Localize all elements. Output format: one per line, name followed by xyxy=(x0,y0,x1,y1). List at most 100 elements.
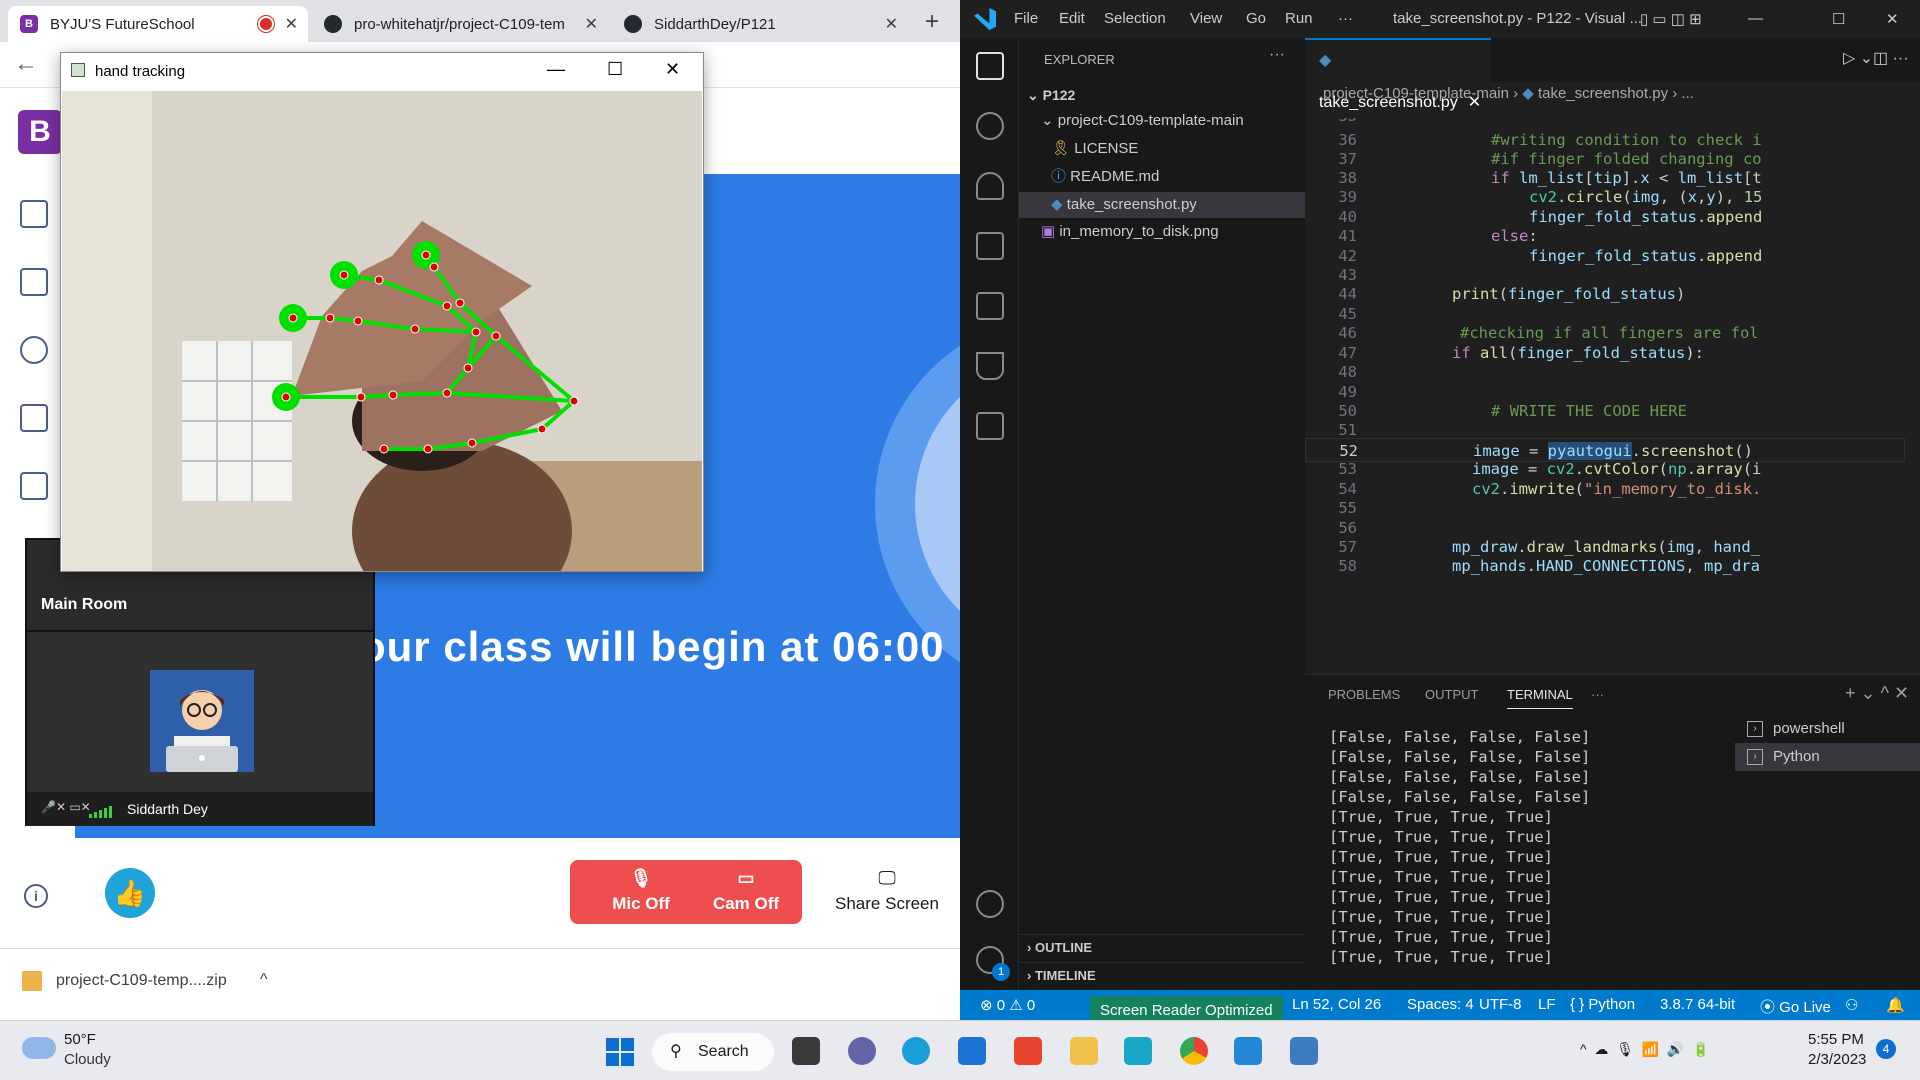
projects-icon[interactable] xyxy=(20,336,48,364)
tab-title: BYJU'S FutureSchool xyxy=(50,15,195,33)
chrome-icon[interactable] xyxy=(1180,1037,1208,1065)
minimize-button[interactable]: — xyxy=(1748,10,1763,27)
browser-tab-github-p121[interactable]: SiddarthDey/P121 ✕ xyxy=(612,6,908,42)
vscode-taskbar-icon[interactable] xyxy=(1234,1037,1262,1065)
back-button[interactable]: ← xyxy=(14,50,38,78)
timeline-section[interactable]: › TIMELINE xyxy=(1019,962,1305,988)
layout-icons[interactable]: ▯ ▭ ◫ ⊞ xyxy=(1640,10,1702,28)
outlook-icon[interactable] xyxy=(958,1037,986,1065)
reports-icon[interactable] xyxy=(20,472,48,500)
indentation-status[interactable]: Spaces: 4 xyxy=(1407,996,1474,1013)
thumbs-up-button[interactable]: 👍 xyxy=(105,868,155,918)
close-tab-icon[interactable]: ✕ xyxy=(285,14,298,34)
code-editor[interactable]: 35 36#writing condition to check i 37#if… xyxy=(1305,118,1905,674)
menu-run[interactable]: Run xyxy=(1285,10,1313,27)
file-explorer-icon[interactable] xyxy=(1070,1037,1098,1065)
edge-icon[interactable] xyxy=(902,1037,930,1065)
terminal-powershell[interactable]: › powershell xyxy=(1735,715,1920,743)
system-tray-icons[interactable]: ^ ☁ 🎙 📶 🔊 🔋 xyxy=(1580,1041,1710,1058)
chevron-right-icon: › xyxy=(1027,940,1035,955)
info-icon[interactable]: i xyxy=(24,884,48,908)
close-tab-icon[interactable]: ✕ xyxy=(885,14,898,34)
task-view-icon[interactable] xyxy=(792,1037,820,1065)
source-control-icon[interactable] xyxy=(976,172,1004,200)
screen-reader-status[interactable]: Screen Reader Optimized xyxy=(1090,996,1283,1020)
office-icon[interactable] xyxy=(1014,1037,1042,1065)
close-button[interactable]: ✕ xyxy=(665,59,680,80)
workspace-root[interactable]: ⌄ P122 xyxy=(1019,82,1305,108)
participant-footer: 🎤✕ ▭✕ Siddarth Dey xyxy=(27,792,373,826)
cursor-position[interactable]: Ln 52, Col 26 xyxy=(1292,996,1381,1013)
go-live-button[interactable]: ⦿ Go Live xyxy=(1760,996,1831,1017)
encoding-status[interactable]: UTF-8 xyxy=(1479,996,1522,1013)
participant-video-tile: 🎤✕ ▭✕ Siddarth Dey xyxy=(27,630,373,826)
explorer-more-button[interactable]: ··· xyxy=(1269,46,1285,64)
panel-more-button[interactable]: ··· xyxy=(1591,687,1604,702)
share-screen-button[interactable]: 🖵 Share Screen xyxy=(830,860,944,924)
maximize-button[interactable]: ☐ xyxy=(1832,10,1845,28)
feedback-icon[interactable]: ⚇ xyxy=(1845,996,1858,1014)
menu-file[interactable]: File xyxy=(1014,10,1038,27)
tab-terminal[interactable]: TERMINAL xyxy=(1507,687,1573,709)
minimize-button[interactable]: — xyxy=(547,59,565,80)
tab-title: SiddarthDey/P121 xyxy=(654,15,776,33)
close-tab-icon[interactable]: ✕ xyxy=(585,14,598,34)
terminal-line: [True, True, True, True] xyxy=(1329,948,1553,966)
clock-date[interactable]: 2/3/2023 xyxy=(1808,1051,1866,1068)
menu-view[interactable]: View xyxy=(1190,10,1222,27)
start-button[interactable] xyxy=(606,1038,634,1066)
extensions-icon[interactable] xyxy=(976,292,1004,320)
browser-tab-byjus[interactable]: B BYJU'S FutureSchool ✕ xyxy=(8,6,308,42)
weather-temperature[interactable]: 50°F xyxy=(64,1031,96,1048)
weather-condition[interactable]: Cloudy xyxy=(64,1051,111,1068)
cam-off-button[interactable]: ▭ Cam Off xyxy=(690,860,802,924)
terminal-output[interactable]: [False, False, False, False] [False, Fal… xyxy=(1329,727,1590,967)
clock-time[interactable]: 5:55 PM xyxy=(1808,1031,1864,1048)
tab-output[interactable]: OUTPUT xyxy=(1425,687,1478,702)
file-take-screenshot[interactable]: ◆ take_screenshot.py xyxy=(1019,192,1305,218)
terminal-python[interactable]: › Python xyxy=(1735,743,1920,771)
notification-badge[interactable]: 4 xyxy=(1876,1039,1896,1059)
close-button[interactable]: ✕ xyxy=(1886,10,1899,28)
taskbar-search[interactable]: ⚲ Search xyxy=(652,1033,774,1071)
panel-actions[interactable]: + ⌄ ^ ✕ xyxy=(1845,683,1909,704)
explorer-icon[interactable] xyxy=(976,52,1004,80)
remote-explorer-icon[interactable] xyxy=(976,412,1004,440)
file-readme[interactable]: ⓘ README.md xyxy=(1019,164,1305,190)
browser-tab-github-project[interactable]: pro-whitehatjr/project-C109-tem ✕ xyxy=(312,6,608,42)
split-editor-icon[interactable]: ◫ ··· xyxy=(1873,48,1909,68)
maximize-button[interactable]: ☐ xyxy=(607,59,623,80)
run-python-icon[interactable]: ▷ ⌄ xyxy=(1843,48,1873,68)
teams-chat-icon[interactable] xyxy=(848,1037,876,1065)
python-app-icon[interactable] xyxy=(1290,1037,1318,1065)
menu-edit[interactable]: Edit xyxy=(1059,10,1085,27)
schedule-icon[interactable] xyxy=(20,200,48,228)
outline-section[interactable]: › OUTLINE xyxy=(1019,934,1305,960)
eol-status[interactable]: LF xyxy=(1538,996,1556,1013)
editor-tab-take-screenshot[interactable]: ◆ take_screenshot.py ✕ xyxy=(1305,38,1491,111)
braces-icon: { } xyxy=(1570,996,1589,1013)
new-tab-button[interactable]: + xyxy=(925,8,939,36)
tab-problems[interactable]: PROBLEMS xyxy=(1328,687,1400,702)
problems-status[interactable]: ⊗ 0 ⚠ 0 xyxy=(980,996,1035,1014)
download-item[interactable]: project-C109-temp....zip xyxy=(22,971,227,991)
language-mode[interactable]: { } Python xyxy=(1570,996,1635,1013)
folder-item[interactable]: ⌄ project-C109-template-main xyxy=(1019,108,1305,134)
menu-more[interactable]: ··· xyxy=(1338,10,1353,27)
minimap[interactable] xyxy=(1905,118,1920,674)
file-license[interactable]: 🎗 LICENSE xyxy=(1019,136,1305,162)
notifications-bell-icon[interactable]: 🔔 xyxy=(1886,996,1905,1014)
interpreter-status[interactable]: 3.8.7 64-bit xyxy=(1660,996,1735,1013)
testing-icon[interactable] xyxy=(976,352,1004,380)
book-icon[interactable] xyxy=(20,268,48,296)
notes-icon[interactable] xyxy=(20,404,48,432)
cloud-icon xyxy=(22,1037,56,1059)
menu-go[interactable]: Go xyxy=(1246,10,1266,27)
file-in-memory-png[interactable]: ▣ in_memory_to_disk.png xyxy=(1019,219,1305,245)
menu-selection[interactable]: Selection xyxy=(1104,10,1166,27)
download-chevron-icon[interactable]: ^ xyxy=(260,971,268,989)
app-l-icon[interactable] xyxy=(1124,1037,1152,1065)
search-icon[interactable] xyxy=(976,112,1004,140)
run-debug-icon[interactable] xyxy=(976,232,1004,260)
accounts-icon[interactable] xyxy=(976,890,1004,918)
